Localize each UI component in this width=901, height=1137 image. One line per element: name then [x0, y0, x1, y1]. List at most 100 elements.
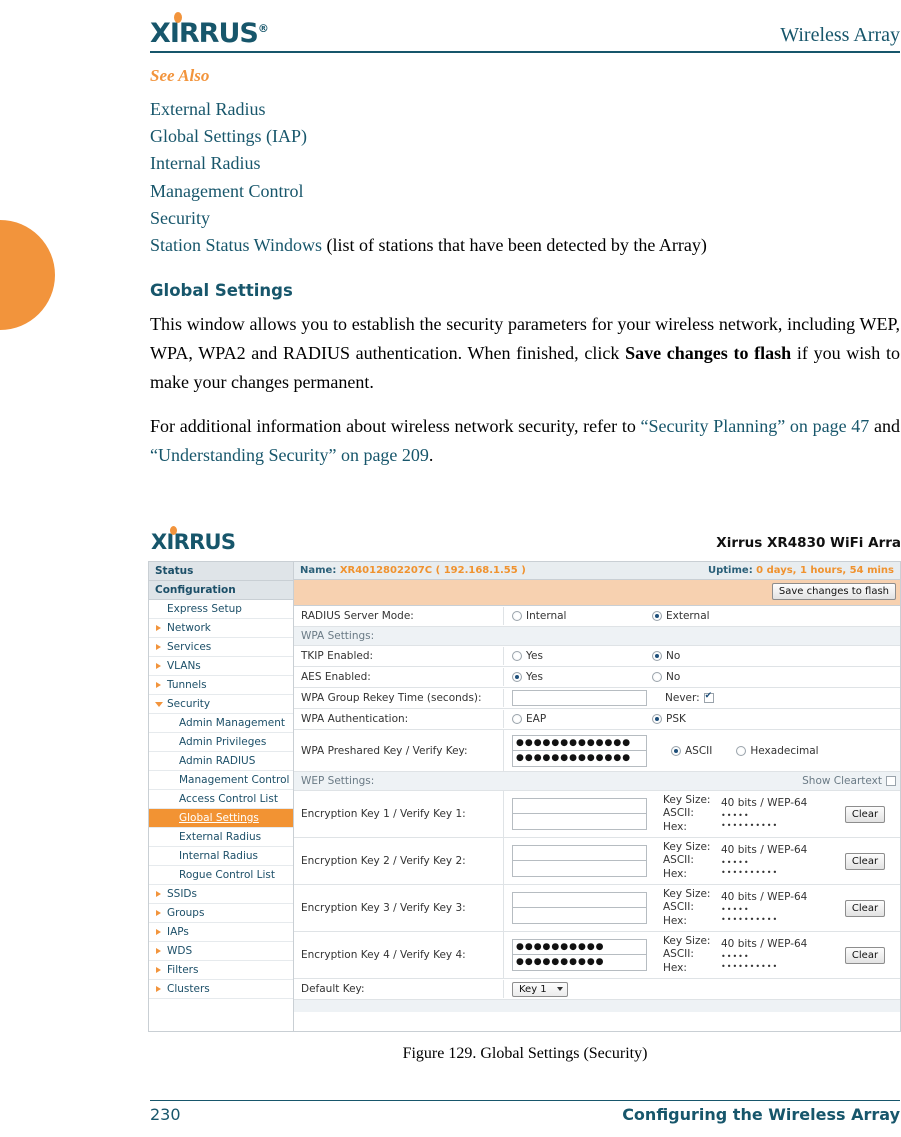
clear-key-3-button[interactable]: Clear — [844, 899, 886, 917]
sidebar-item-access-control-list[interactable]: Access Control List — [149, 790, 293, 809]
radio-label: Internal — [526, 610, 567, 622]
verify-key-4-input[interactable]: ●●●●●●●●●● — [512, 955, 647, 971]
default-key-select[interactable]: Key 1 — [512, 981, 568, 997]
encryption-key-2-input[interactable] — [512, 845, 647, 861]
wpa-psk-ascii-radio[interactable]: ASCII — [671, 745, 712, 757]
sidebar-item-label: Clusters — [167, 983, 210, 995]
sidebar-item-management-control[interactable]: Management Control — [149, 771, 293, 790]
wmi-body: Status Configuration Express Setup Netwo… — [148, 561, 901, 1032]
xref-link-understanding-security[interactable]: “Understanding Security” on page 209 — [150, 445, 429, 465]
wpa-preshared-key-input[interactable]: ●●●●●●●●●●●●● — [512, 734, 647, 751]
checkbox-icon[interactable] — [886, 776, 896, 786]
footer-title: Configuring the Wireless Array — [622, 1105, 900, 1124]
sidebar-item-services[interactable]: Services — [149, 638, 293, 657]
never-checkbox-group[interactable]: Never: — [665, 691, 714, 704]
save-changes-to-flash-button[interactable]: Save changes to flash — [771, 583, 896, 600]
encryption-key-3-inputs — [504, 888, 649, 928]
wpa-verify-key-input[interactable]: ●●●●●●●●●●●●● — [512, 750, 647, 767]
sidebar-item-network[interactable]: Network — [149, 619, 293, 638]
xref-link[interactable]: Global Settings (IAP) — [150, 126, 307, 146]
wpa-preshared-key-label: WPA Preshared Key / Verify Key: — [294, 730, 504, 771]
aes-yes-radio[interactable]: Yes — [512, 671, 652, 683]
verify-key-2-input[interactable] — [512, 861, 647, 877]
sidebar-item-wds[interactable]: WDS — [149, 942, 293, 961]
radius-mode-internal-radio[interactable]: Internal — [512, 610, 652, 622]
uptime-label: Uptime: — [708, 565, 753, 576]
radius-mode-external-radio[interactable]: External — [652, 610, 802, 622]
wep-key-meta-labels: Key Size: ASCII: Hex: — [649, 841, 721, 880]
sidebar-item-label: WDS — [167, 945, 193, 957]
sidebar-item-groups[interactable]: Groups — [149, 904, 293, 923]
aes-no-radio[interactable]: No — [652, 671, 802, 683]
clear-key-4-button[interactable]: Clear — [844, 946, 886, 964]
sidebar-item-internal-radius[interactable]: Internal Radius — [149, 847, 293, 866]
table-row: Encryption Key 3 / Verify Key 3: Key Siz… — [294, 885, 900, 932]
sidebar-item-global-settings[interactable]: Global Settings — [149, 809, 293, 828]
key-size-value: 40 bits / WEP-64 — [721, 844, 808, 857]
sidebar-item-filters[interactable]: Filters — [149, 961, 293, 980]
device-name-label: Name: — [300, 565, 337, 576]
xref-link-security-planning[interactable]: “Security Planning” on page 47 — [641, 416, 870, 436]
key-size-label: Key Size: — [663, 888, 711, 901]
radio-icon-selected — [512, 672, 522, 682]
wpa-auth-psk-radio[interactable]: PSK — [652, 713, 802, 725]
sidebar-item-admin-radius[interactable]: Admin RADIUS — [149, 752, 293, 771]
sidebar-item-rogue-control-list[interactable]: Rogue Control List — [149, 866, 293, 885]
wpa-group-rekey-input[interactable] — [512, 690, 647, 706]
sidebar-item-admin-management[interactable]: Admin Management — [149, 714, 293, 733]
sidebar-item-admin-privileges[interactable]: Admin Privileges — [149, 733, 293, 752]
sidebar-item-clusters[interactable]: Clusters — [149, 980, 293, 999]
wep-key-meta-labels: Key Size: ASCII: Hex: — [649, 794, 721, 833]
wpa-psk-hex-radio[interactable]: Hexadecimal — [736, 744, 819, 757]
list-item: Station Status Windows (list of stations… — [150, 232, 900, 259]
clear-key-2-button[interactable]: Clear — [844, 852, 886, 870]
sidebar-item-ssids[interactable]: SSIDs — [149, 885, 293, 904]
key-size-label: Key Size: — [663, 841, 711, 854]
wmi-device-title: Xirrus XR4830 WiFi Arra — [716, 535, 901, 551]
radius-server-mode-row: RADIUS Server Mode: Internal External — [294, 606, 900, 627]
sidebar-item-tunnels[interactable]: Tunnels — [149, 676, 293, 695]
xref-suffix: (list of stations that have been detecte… — [321, 234, 707, 255]
xref-link[interactable]: Management Control — [150, 181, 303, 201]
see-also-list: External Radius Global Settings (IAP) In… — [150, 96, 900, 259]
chevron-right-icon — [156, 625, 161, 631]
show-cleartext-group[interactable]: Show Cleartext — [802, 775, 900, 787]
encryption-key-3-input[interactable] — [512, 892, 647, 908]
sidebar-item-configuration[interactable]: Configuration — [149, 581, 293, 600]
table-row: Encryption Key 2 / Verify Key 2: Key Siz… — [294, 838, 900, 885]
sidebar-item-status[interactable]: Status — [149, 562, 293, 581]
show-cleartext-label: Show Cleartext — [802, 775, 882, 787]
radio-label: Hexadecimal — [750, 744, 819, 757]
checkbox-icon-checked[interactable] — [703, 691, 714, 703]
logo-dot-icon — [170, 526, 177, 535]
wmi-sidebar: Status Configuration Express Setup Netwo… — [148, 561, 294, 1032]
sidebar-item-label: SSIDs — [167, 888, 197, 900]
encryption-key-1-input[interactable] — [512, 798, 647, 814]
tkip-yes-radio[interactable]: Yes — [512, 650, 652, 662]
verify-key-1-input[interactable] — [512, 814, 647, 830]
ascii-value: ••••• — [721, 904, 750, 914]
clear-key-1-button[interactable]: Clear — [844, 805, 886, 823]
wpa-auth-eap-radio[interactable]: EAP — [512, 713, 652, 725]
reference-paragraph: For additional information about wireles… — [150, 412, 900, 470]
verify-key-3-input[interactable] — [512, 908, 647, 924]
key-size-value: 40 bits / WEP-64 — [721, 797, 808, 810]
wpa-authentication-label: WPA Authentication: — [294, 710, 504, 728]
sidebar-item-vlans[interactable]: VLANs — [149, 657, 293, 676]
tkip-no-radio[interactable]: No — [652, 650, 802, 662]
encryption-key-4-input[interactable]: ●●●●●●●●●● — [512, 939, 647, 955]
sidebar-item-label: VLANs — [167, 660, 201, 672]
sidebar-item-express-setup[interactable]: Express Setup — [149, 600, 293, 619]
sidebar-item-external-radius[interactable]: External Radius — [149, 828, 293, 847]
chevron-right-icon — [156, 986, 161, 992]
sidebar-item-security[interactable]: Security — [149, 695, 293, 714]
xref-link[interactable]: Internal Radius — [150, 153, 260, 173]
xref-link[interactable]: Security — [150, 208, 210, 228]
footer-divider — [150, 1100, 900, 1101]
radio-icon-selected — [652, 714, 662, 724]
see-also-heading: See Also — [150, 66, 210, 85]
sidebar-item-iaps[interactable]: IAPs — [149, 923, 293, 942]
chevron-right-icon — [156, 891, 161, 897]
xref-link[interactable]: External Radius — [150, 99, 265, 119]
xref-link[interactable]: Station Status Windows — [150, 235, 322, 255]
